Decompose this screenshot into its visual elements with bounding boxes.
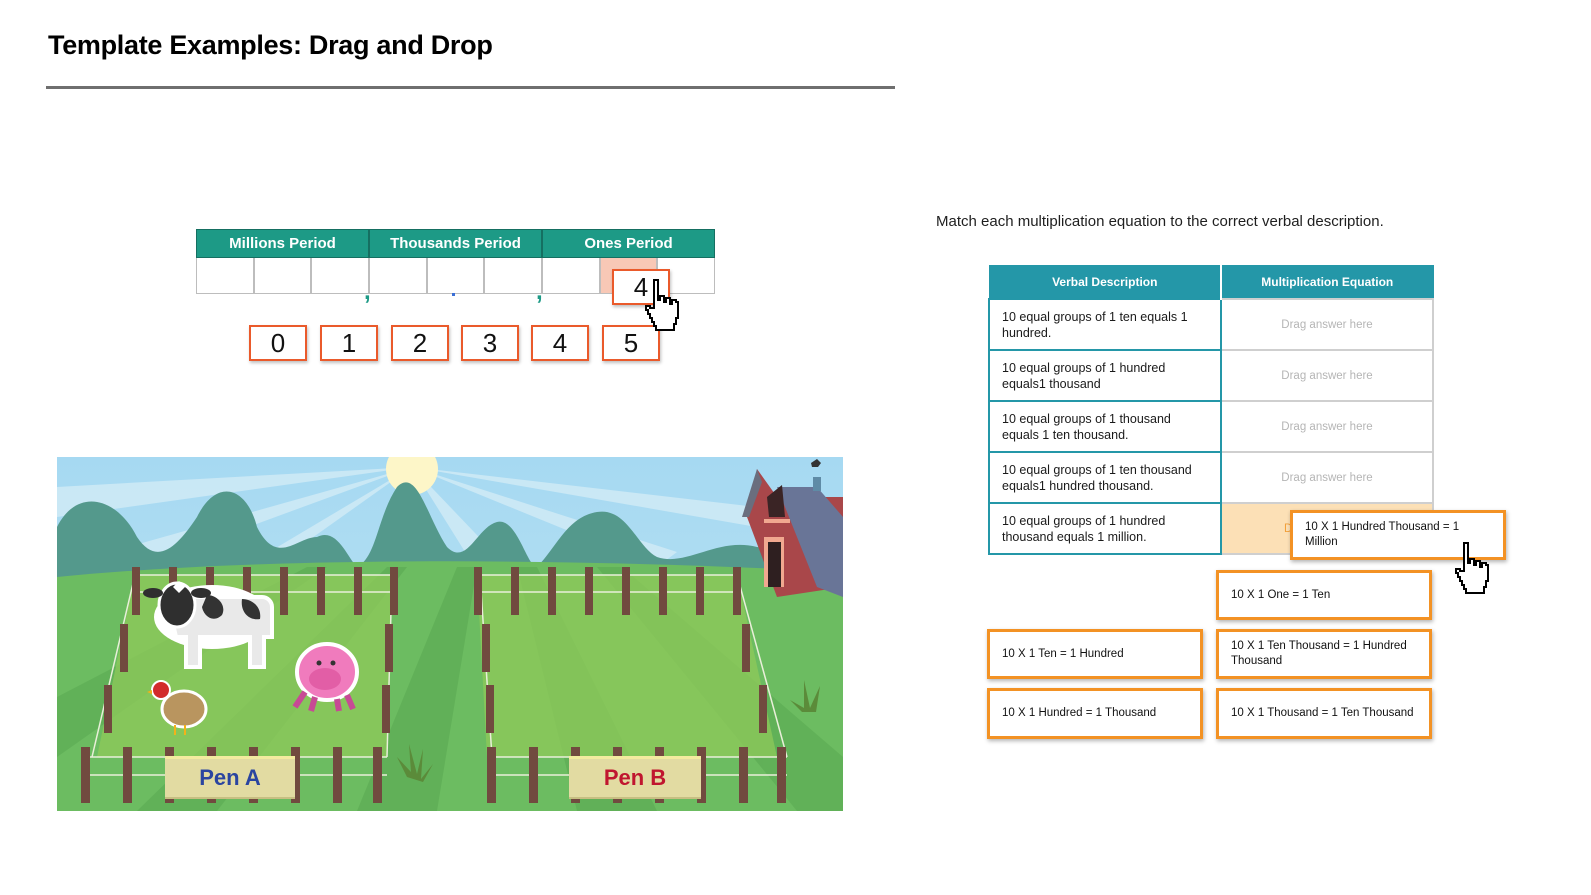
drop-cell[interactable]: [312, 258, 371, 293]
digit-tile[interactable]: 2: [391, 325, 449, 361]
verbal-description: 10 equal groups of 1 ten equals 1 hundre…: [988, 298, 1222, 351]
drop-cell[interactable]: [543, 258, 601, 293]
table-row: 10 equal groups of 1 ten equals 1 hundre…: [988, 298, 1434, 351]
digit-tile[interactable]: 1: [320, 325, 378, 361]
drop-cell[interactable]: [485, 258, 544, 293]
comma-separator: ,: [536, 278, 543, 305]
table-row: 10 equal groups of 1 ten thousand equals…: [988, 451, 1434, 504]
answer-card-dragging[interactable]: 10 X 1 Hundred Thousand = 1 Million: [1290, 510, 1506, 560]
drop-zone[interactable]: Drag answer here: [1220, 298, 1434, 351]
answer-card[interactable]: 10 X 1 Thousand = 1 Ten Thousand: [1216, 688, 1432, 739]
pen-b-sign[interactable]: Pen B: [569, 756, 701, 799]
period-ones: Ones Period: [584, 235, 673, 252]
column-header-equation: Multiplication Equation: [1220, 265, 1434, 300]
place-value-header: Millions Period Thousands Period Ones Pe…: [196, 229, 715, 258]
answer-card[interactable]: 10 X 1 Hundred = 1 Thousand: [987, 688, 1203, 739]
table-row: 10 equal groups of 1 thousand equals 1 t…: [988, 400, 1434, 453]
period-thousands: Thousands Period: [370, 230, 543, 257]
drop-zone[interactable]: Drag answer here: [1220, 400, 1434, 453]
verbal-description: 10 equal groups of 1 hundred equals1 tho…: [988, 349, 1222, 402]
answer-card[interactable]: 10 X 1 One = 1 Ten: [1216, 570, 1432, 620]
decimal-marker: [452, 293, 455, 296]
drop-zone[interactable]: Drag answer here: [1220, 451, 1434, 504]
answer-card[interactable]: 10 X 1 Ten Thousand = 1 Hundred Thousand: [1216, 629, 1432, 679]
digit-tile[interactable]: 0: [249, 325, 307, 361]
digit-tile[interactable]: 5: [602, 325, 660, 361]
column-header-verbal: Verbal Description: [988, 265, 1222, 300]
period-millions: Millions Period: [197, 230, 370, 257]
drop-cell[interactable]: [255, 258, 313, 293]
placed-digit-tile[interactable]: 4: [612, 269, 670, 305]
answer-card[interactable]: 10 X 1 Ten = 1 Hundred: [987, 629, 1203, 679]
title-divider: [46, 86, 895, 89]
verbal-description: 10 equal groups of 1 hundred thousand eq…: [988, 502, 1222, 555]
verbal-description: 10 equal groups of 1 thousand equals 1 t…: [988, 400, 1222, 453]
drop-cell[interactable]: [197, 258, 255, 293]
pen-a-label: Pen A: [199, 765, 261, 790]
digit-tile[interactable]: 3: [461, 325, 519, 361]
instruction-text: Match each multiplication equation to th…: [936, 213, 1384, 230]
farm-scene: Pen A Pen B: [57, 457, 843, 811]
drop-cell[interactable]: [370, 258, 428, 293]
verbal-description: 10 equal groups of 1 ten thousand equals…: [988, 451, 1222, 504]
drop-cell[interactable]: [428, 258, 486, 293]
drop-zone[interactable]: Drag answer here: [1220, 349, 1434, 402]
page-title: Template Examples: Drag and Drop: [48, 30, 493, 60]
pen-a-sign[interactable]: Pen A: [165, 756, 295, 799]
table-row: 10 equal groups of 1 hundred equals1 tho…: [988, 349, 1434, 402]
pen-b-label: Pen B: [603, 765, 667, 790]
comma-separator: ,: [364, 278, 371, 305]
digit-tile[interactable]: 4: [531, 325, 589, 361]
